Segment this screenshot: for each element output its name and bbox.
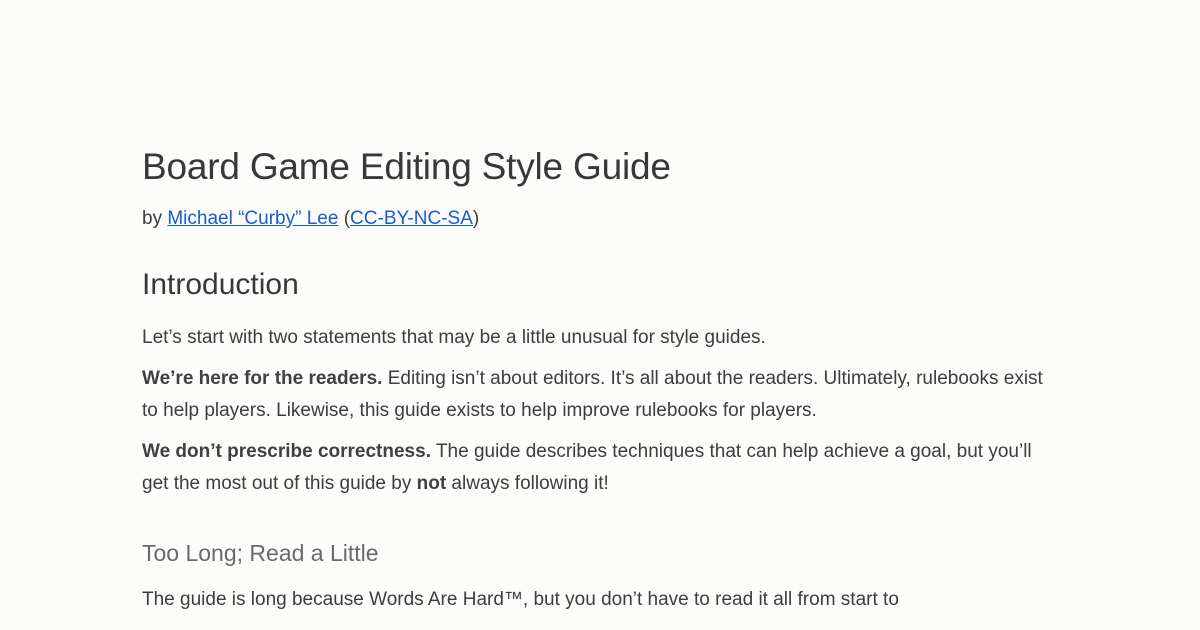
author-link[interactable]: Michael “Curby” Lee bbox=[167, 208, 338, 229]
intro-paragraph-2-bold: We’re here for the readers. bbox=[142, 368, 383, 389]
intro-paragraph-2: We’re here for the readers. Editing isn’… bbox=[142, 363, 1062, 427]
byline-paren-close: ) bbox=[472, 208, 480, 229]
license-link[interactable]: CC-BY-NC-SA bbox=[350, 208, 473, 229]
byline: by Michael “Curby” Lee (CC-BY-NC-SA) bbox=[142, 206, 1062, 232]
document-content: Board Game Editing Style Guide by Michae… bbox=[142, 144, 1062, 616]
section-heading-introduction: Introduction bbox=[142, 268, 299, 301]
intro-paragraph-3-text-after: always following it! bbox=[446, 473, 609, 494]
intro-paragraph-3-emphasis: not bbox=[416, 473, 447, 494]
tldr-paragraph-1: The guide is long because Words Are Hard… bbox=[142, 589, 899, 610]
byline-prefix: by bbox=[142, 208, 168, 229]
intro-paragraph-3: We don’t prescribe correctness. The guid… bbox=[142, 436, 1062, 500]
intro-paragraph-3-bold: We don’t prescribe correctness. bbox=[142, 441, 431, 462]
byline-paren-open: ( bbox=[338, 208, 351, 229]
intro-paragraph-1: Let’s start with two statements that may… bbox=[142, 327, 766, 348]
document-page: Board Game Editing Style Guide by Michae… bbox=[0, 0, 1200, 630]
document-title: Board Game Editing Style Guide bbox=[142, 146, 671, 187]
section-heading-tldr: Too Long; Read a Little bbox=[142, 540, 379, 566]
